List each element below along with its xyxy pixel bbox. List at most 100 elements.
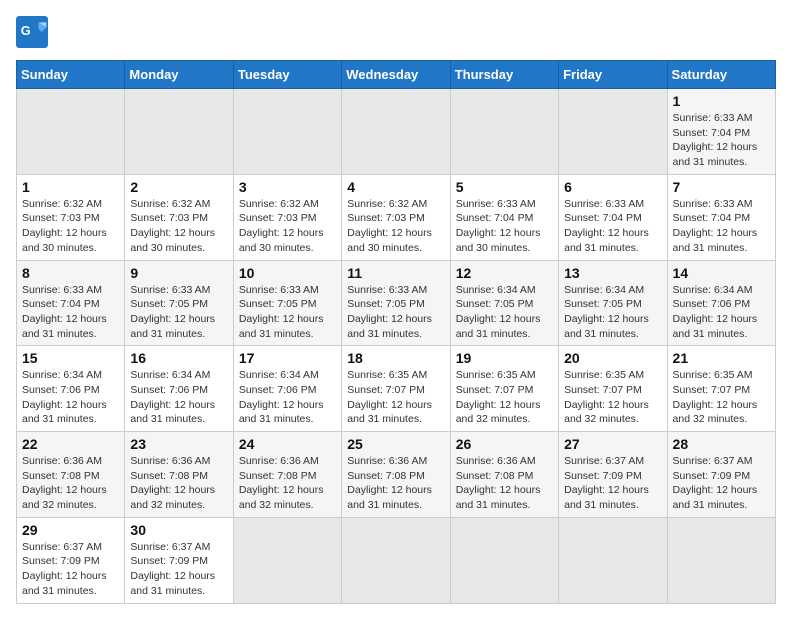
calendar-cell: 5 Sunrise: 6:33 AM Sunset: 7:04 PM Dayli…	[450, 174, 558, 260]
day-number: 15	[22, 350, 119, 366]
day-number: 2	[130, 179, 227, 195]
day-header-saturday: Saturday	[667, 61, 775, 89]
calendar-cell: 13 Sunrise: 6:34 AM Sunset: 7:05 PM Dayl…	[559, 260, 667, 346]
calendar-cell: 23 Sunrise: 6:36 AM Sunset: 7:08 PM Dayl…	[125, 432, 233, 518]
calendar-cell: 11 Sunrise: 6:33 AM Sunset: 7:05 PM Dayl…	[342, 260, 450, 346]
day-detail: Sunrise: 6:37 AM Sunset: 7:09 PM Dayligh…	[130, 540, 227, 599]
calendar-cell	[450, 517, 558, 603]
calendar-week-5: 29 Sunrise: 6:37 AM Sunset: 7:09 PM Dayl…	[17, 517, 776, 603]
day-number: 3	[239, 179, 336, 195]
day-number: 17	[239, 350, 336, 366]
day-number: 11	[347, 265, 444, 281]
day-number: 14	[673, 265, 770, 281]
calendar-week-1: 1 Sunrise: 6:32 AM Sunset: 7:03 PM Dayli…	[17, 174, 776, 260]
calendar-cell	[559, 517, 667, 603]
day-detail: Sunrise: 6:34 AM Sunset: 7:06 PM Dayligh…	[22, 368, 119, 427]
day-number: 8	[22, 265, 119, 281]
day-number: 26	[456, 436, 553, 452]
calendar-cell	[233, 517, 341, 603]
day-header-friday: Friday	[559, 61, 667, 89]
day-number: 10	[239, 265, 336, 281]
calendar-week-3: 15 Sunrise: 6:34 AM Sunset: 7:06 PM Dayl…	[17, 346, 776, 432]
calendar-table: SundayMondayTuesdayWednesdayThursdayFrid…	[16, 60, 776, 604]
page-header: G	[16, 16, 776, 48]
calendar-cell: 21 Sunrise: 6:35 AM Sunset: 7:07 PM Dayl…	[667, 346, 775, 432]
logo: G	[16, 16, 52, 48]
day-number: 16	[130, 350, 227, 366]
day-detail: Sunrise: 6:37 AM Sunset: 7:09 PM Dayligh…	[22, 540, 119, 599]
calendar-cell: 15 Sunrise: 6:34 AM Sunset: 7:06 PM Dayl…	[17, 346, 125, 432]
day-detail: Sunrise: 6:33 AM Sunset: 7:04 PM Dayligh…	[673, 197, 770, 256]
day-number: 21	[673, 350, 770, 366]
day-detail: Sunrise: 6:36 AM Sunset: 7:08 PM Dayligh…	[347, 454, 444, 513]
day-header-monday: Monday	[125, 61, 233, 89]
calendar-cell: 17 Sunrise: 6:34 AM Sunset: 7:06 PM Dayl…	[233, 346, 341, 432]
calendar-cell: 30 Sunrise: 6:37 AM Sunset: 7:09 PM Dayl…	[125, 517, 233, 603]
day-detail: Sunrise: 6:33 AM Sunset: 7:04 PM Dayligh…	[673, 111, 770, 170]
day-detail: Sunrise: 6:33 AM Sunset: 7:05 PM Dayligh…	[347, 283, 444, 342]
calendar-week-2: 8 Sunrise: 6:33 AM Sunset: 7:04 PM Dayli…	[17, 260, 776, 346]
day-number: 4	[347, 179, 444, 195]
day-detail: Sunrise: 6:33 AM Sunset: 7:05 PM Dayligh…	[239, 283, 336, 342]
day-detail: Sunrise: 6:34 AM Sunset: 7:06 PM Dayligh…	[239, 368, 336, 427]
calendar-cell	[450, 89, 558, 175]
day-detail: Sunrise: 6:33 AM Sunset: 7:05 PM Dayligh…	[130, 283, 227, 342]
calendar-cell: 1 Sunrise: 6:32 AM Sunset: 7:03 PM Dayli…	[17, 174, 125, 260]
day-number: 20	[564, 350, 661, 366]
calendar-cell	[559, 89, 667, 175]
calendar-cell: 28 Sunrise: 6:37 AM Sunset: 7:09 PM Dayl…	[667, 432, 775, 518]
day-number: 23	[130, 436, 227, 452]
calendar-cell: 4 Sunrise: 6:32 AM Sunset: 7:03 PM Dayli…	[342, 174, 450, 260]
day-detail: Sunrise: 6:32 AM Sunset: 7:03 PM Dayligh…	[239, 197, 336, 256]
calendar-cell	[125, 89, 233, 175]
calendar-cell: 18 Sunrise: 6:35 AM Sunset: 7:07 PM Dayl…	[342, 346, 450, 432]
calendar-cell	[667, 517, 775, 603]
calendar-cell: 8 Sunrise: 6:33 AM Sunset: 7:04 PM Dayli…	[17, 260, 125, 346]
day-number: 5	[456, 179, 553, 195]
day-detail: Sunrise: 6:32 AM Sunset: 7:03 PM Dayligh…	[347, 197, 444, 256]
day-detail: Sunrise: 6:37 AM Sunset: 7:09 PM Dayligh…	[564, 454, 661, 513]
day-detail: Sunrise: 6:35 AM Sunset: 7:07 PM Dayligh…	[673, 368, 770, 427]
calendar-cell: 16 Sunrise: 6:34 AM Sunset: 7:06 PM Dayl…	[125, 346, 233, 432]
day-number: 24	[239, 436, 336, 452]
day-detail: Sunrise: 6:35 AM Sunset: 7:07 PM Dayligh…	[347, 368, 444, 427]
day-number: 9	[130, 265, 227, 281]
svg-text:G: G	[21, 23, 31, 38]
day-number: 1	[673, 93, 770, 109]
calendar-cell: 26 Sunrise: 6:36 AM Sunset: 7:08 PM Dayl…	[450, 432, 558, 518]
day-detail: Sunrise: 6:33 AM Sunset: 7:04 PM Dayligh…	[456, 197, 553, 256]
day-detail: Sunrise: 6:35 AM Sunset: 7:07 PM Dayligh…	[456, 368, 553, 427]
calendar-cell: 2 Sunrise: 6:32 AM Sunset: 7:03 PM Dayli…	[125, 174, 233, 260]
calendar-cell: 29 Sunrise: 6:37 AM Sunset: 7:09 PM Dayl…	[17, 517, 125, 603]
day-number: 1	[22, 179, 119, 195]
day-detail: Sunrise: 6:34 AM Sunset: 7:05 PM Dayligh…	[564, 283, 661, 342]
day-detail: Sunrise: 6:32 AM Sunset: 7:03 PM Dayligh…	[130, 197, 227, 256]
calendar-cell: 25 Sunrise: 6:36 AM Sunset: 7:08 PM Dayl…	[342, 432, 450, 518]
calendar-cell: 20 Sunrise: 6:35 AM Sunset: 7:07 PM Dayl…	[559, 346, 667, 432]
day-number: 18	[347, 350, 444, 366]
day-detail: Sunrise: 6:34 AM Sunset: 7:06 PM Dayligh…	[673, 283, 770, 342]
day-detail: Sunrise: 6:37 AM Sunset: 7:09 PM Dayligh…	[673, 454, 770, 513]
day-number: 7	[673, 179, 770, 195]
day-header-tuesday: Tuesday	[233, 61, 341, 89]
calendar-cell: 12 Sunrise: 6:34 AM Sunset: 7:05 PM Dayl…	[450, 260, 558, 346]
calendar-cell: 19 Sunrise: 6:35 AM Sunset: 7:07 PM Dayl…	[450, 346, 558, 432]
calendar-cell	[17, 89, 125, 175]
calendar-cell: 24 Sunrise: 6:36 AM Sunset: 7:08 PM Dayl…	[233, 432, 341, 518]
day-number: 30	[130, 522, 227, 538]
day-detail: Sunrise: 6:36 AM Sunset: 7:08 PM Dayligh…	[130, 454, 227, 513]
calendar-cell: 22 Sunrise: 6:36 AM Sunset: 7:08 PM Dayl…	[17, 432, 125, 518]
calendar-cell: 14 Sunrise: 6:34 AM Sunset: 7:06 PM Dayl…	[667, 260, 775, 346]
logo-icon: G	[16, 16, 48, 48]
day-number: 27	[564, 436, 661, 452]
day-number: 25	[347, 436, 444, 452]
calendar-cell: 7 Sunrise: 6:33 AM Sunset: 7:04 PM Dayli…	[667, 174, 775, 260]
calendar-cell	[233, 89, 341, 175]
day-detail: Sunrise: 6:34 AM Sunset: 7:06 PM Dayligh…	[130, 368, 227, 427]
day-number: 22	[22, 436, 119, 452]
day-detail: Sunrise: 6:36 AM Sunset: 7:08 PM Dayligh…	[239, 454, 336, 513]
day-detail: Sunrise: 6:32 AM Sunset: 7:03 PM Dayligh…	[22, 197, 119, 256]
day-header-wednesday: Wednesday	[342, 61, 450, 89]
day-detail: Sunrise: 6:33 AM Sunset: 7:04 PM Dayligh…	[22, 283, 119, 342]
day-number: 29	[22, 522, 119, 538]
